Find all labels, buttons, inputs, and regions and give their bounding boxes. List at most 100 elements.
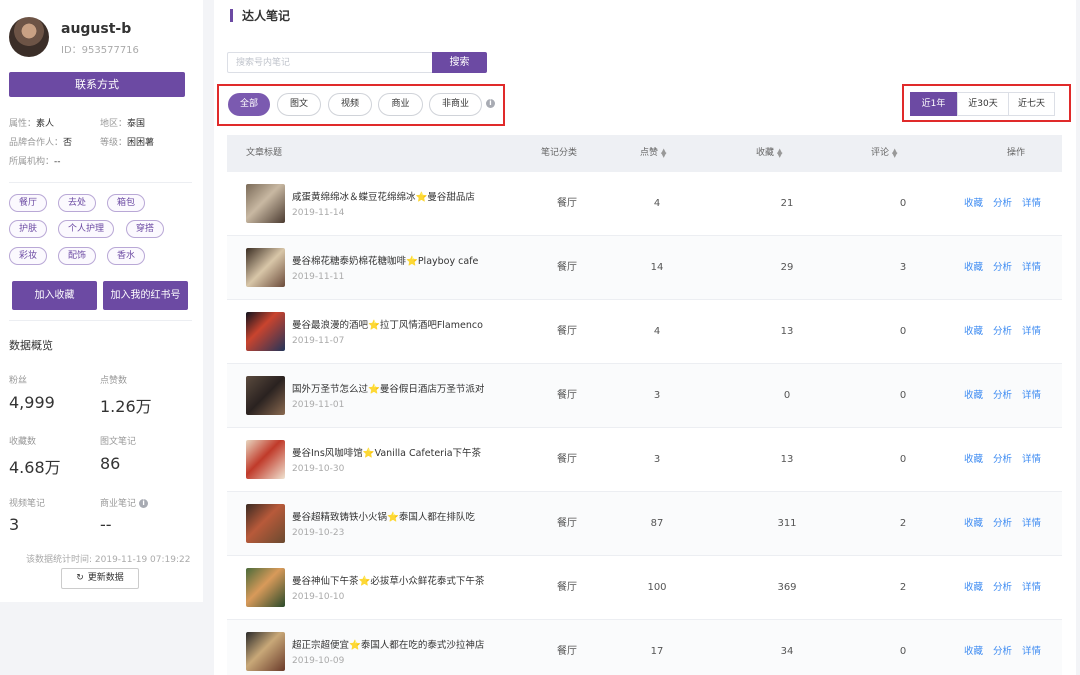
col-header-likes[interactable]: 点赞 ▲ ▼ [640, 135, 666, 172]
note-title[interactable]: 曼谷棉花糖泰奶棉花糖咖啡⭐Playboy cafe [292, 253, 478, 267]
analyze-link[interactable]: 分析 [993, 236, 1012, 300]
favorite-link[interactable]: 收藏 [964, 492, 983, 556]
note-comments: 0 [899, 454, 907, 465]
note-thumbnail[interactable] [246, 568, 285, 607]
favorite-link[interactable]: 收藏 [964, 556, 983, 620]
note-date: 2019-10-10 [292, 592, 345, 602]
analyze-link[interactable]: 分析 [993, 300, 1012, 364]
note-thumbnail[interactable] [246, 248, 285, 287]
favorite-link[interactable]: 收藏 [964, 364, 983, 428]
add-account-button[interactable]: 加入我的红书号 [103, 281, 188, 310]
details-link[interactable]: 详情 [1022, 556, 1041, 620]
filter-video[interactable]: 视频 [328, 93, 372, 116]
analyze-link[interactable]: 分析 [993, 620, 1012, 675]
sort-icon[interactable]: ▲ ▼ [892, 147, 897, 158]
range-7-days[interactable]: 近七天 [1008, 92, 1055, 116]
details-link[interactable]: 详情 [1022, 620, 1041, 675]
note-comments: 2 [899, 518, 907, 529]
filter-non-commercial[interactable]: 非商业 [429, 93, 482, 116]
analyze-link[interactable]: 分析 [993, 364, 1012, 428]
note-favorites: 29 [780, 262, 794, 273]
filter-all[interactable]: 全部 [228, 93, 270, 116]
filter-commercial[interactable]: 商业 [378, 93, 423, 116]
stat-label: 点赞数 [100, 376, 128, 386]
note-title[interactable]: 曼谷神仙下午茶⭐必拔草小众鲜花泰式下午茶 [292, 573, 484, 587]
range-1-year[interactable]: 近1年 [910, 92, 957, 116]
add-favorite-button[interactable]: 加入收藏 [12, 281, 97, 310]
attr-brand-partner: 品牌合作人：否 [9, 138, 73, 148]
contact-button[interactable]: 联系方式 [9, 72, 185, 97]
note-favorites: 0 [783, 390, 791, 401]
note-thumbnail[interactable] [246, 376, 285, 415]
note-title[interactable]: 国外万圣节怎么过⭐曼谷假日酒店万圣节派对 [292, 381, 484, 395]
sort-icon[interactable]: ▲ ▼ [777, 147, 782, 158]
divider [9, 320, 192, 321]
tag-chip[interactable]: 香水 [107, 247, 146, 265]
analyze-link[interactable]: 分析 [993, 428, 1012, 492]
note-date: 2019-11-14 [292, 208, 345, 218]
stat-label: 图文笔记 [100, 437, 137, 447]
details-link[interactable]: 详情 [1022, 300, 1041, 364]
notes-panel: 达人笔记 搜索 全部 图文 视频 商业 非商业 i 近1年 近30天 近七天 文… [214, 0, 1076, 675]
note-category: 餐厅 [557, 646, 577, 657]
details-link[interactable]: 详情 [1022, 364, 1041, 428]
tag-chip[interactable]: 去处 [58, 194, 97, 212]
note-date: 2019-11-01 [292, 400, 345, 410]
note-thumbnail[interactable] [246, 184, 285, 223]
note-likes: 100 [647, 582, 667, 593]
tag-chip[interactable]: 个人护理 [58, 220, 115, 238]
note-title[interactable]: 超正宗超便宜⭐泰国人都在吃的泰式沙拉神店 [292, 637, 484, 651]
note-date: 2019-10-09 [292, 656, 345, 666]
sort-icon[interactable]: ▲ ▼ [661, 147, 666, 158]
details-link[interactable]: 详情 [1022, 492, 1041, 556]
update-data-button[interactable]: ↻ 更新数据 [61, 568, 139, 589]
details-link[interactable]: 详情 [1022, 428, 1041, 492]
tag-chip[interactable]: 配饰 [58, 247, 97, 265]
analyze-link[interactable]: 分析 [993, 556, 1012, 620]
col-header-comments[interactable]: 评论 ▲ ▼ [871, 135, 897, 172]
details-link[interactable]: 详情 [1022, 172, 1041, 236]
info-icon[interactable]: i [486, 99, 495, 108]
table-row: 咸蛋黄绵绵冰＆蝶豆花绵绵冰⭐曼谷甜品店 2019-11-14 餐厅 4 21 0 收藏 分析详… [227, 172, 1062, 236]
details-link[interactable]: 详情 [1022, 236, 1041, 300]
table-row: 超正宗超便宜⭐泰国人都在吃的泰式沙拉神店 2019-10-09 餐厅 17 34 0 收藏分… [227, 620, 1062, 675]
note-favorites: 34 [780, 646, 794, 657]
info-icon[interactable]: i [139, 499, 149, 508]
note-favorites: 13 [780, 454, 794, 465]
stat-value: 3 [9, 515, 20, 534]
title-accent-bar [230, 9, 233, 22]
profile-name: august-b [61, 21, 132, 37]
note-thumbnail[interactable] [246, 632, 285, 671]
update-time: 该数据统计时间: 2019-11-19 07:19:22 [26, 555, 191, 565]
profile-id: ID：953577716 [61, 45, 139, 56]
note-likes: 87 [650, 518, 664, 529]
search-button[interactable]: 搜索 [432, 52, 487, 73]
table-row: 曼谷神仙下午茶⭐必拔草小众鲜花泰式下午茶 2019-10-10 餐厅 100 369 2 收… [227, 556, 1062, 620]
table-row: 曼谷最浪漫的酒吧⭐拉丁风情酒吧Flamenco 2019-11-07 餐厅 4 13 0 收… [227, 300, 1062, 364]
analyze-link[interactable]: 分析 [993, 492, 1012, 556]
search-input[interactable] [227, 52, 433, 73]
tag-chip[interactable]: 餐厅 [9, 194, 48, 212]
tag-chip[interactable]: 穿搭 [126, 220, 165, 238]
table-row: 曼谷超精致铸铁小火锅⭐泰国人都在排队吃 2019-10-23 餐厅 87 311 2 收藏分… [227, 492, 1062, 556]
note-title[interactable]: 咸蛋黄绵绵冰＆蝶豆花绵绵冰⭐曼谷甜品店 [292, 189, 475, 203]
note-title[interactable]: 曼谷超精致铸铁小火锅⭐泰国人都在排队吃 [292, 509, 475, 523]
favorite-link[interactable]: 收藏 [964, 172, 983, 236]
favorite-link[interactable]: 收藏 [964, 236, 983, 300]
favorite-link[interactable]: 收藏 [964, 428, 983, 492]
favorite-link[interactable]: 收藏 [964, 620, 983, 675]
note-comments: 0 [899, 326, 907, 337]
analyze-link[interactable]: 分析 [993, 172, 1012, 236]
favorite-link[interactable]: 收藏 [964, 300, 983, 364]
col-header-favorites[interactable]: 收藏 ▲ ▼ [756, 135, 782, 172]
note-thumbnail[interactable] [246, 440, 285, 479]
tag-chip[interactable]: 彩妆 [9, 247, 48, 265]
filter-image-text[interactable]: 图文 [277, 93, 321, 116]
note-thumbnail[interactable] [246, 504, 285, 543]
note-title[interactable]: 曼谷Ins风咖啡馆⭐Vanilla Cafeteria下午茶 [292, 445, 481, 459]
tag-chip[interactable]: 箱包 [107, 194, 146, 212]
range-30-days[interactable]: 近30天 [957, 92, 1009, 116]
note-title[interactable]: 曼谷最浪漫的酒吧⭐拉丁风情酒吧Flamenco [292, 317, 483, 331]
tag-chip[interactable]: 护肤 [9, 220, 48, 238]
note-thumbnail[interactable] [246, 312, 285, 351]
